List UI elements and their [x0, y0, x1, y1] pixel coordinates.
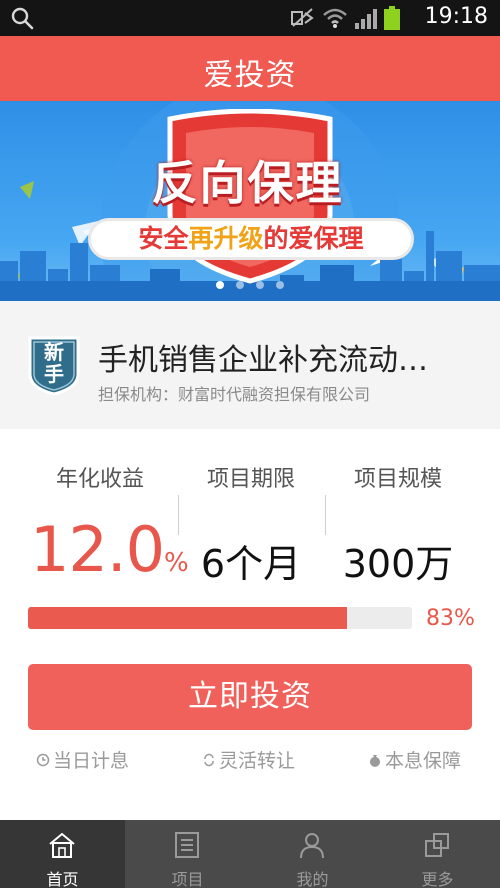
signal-icon: [355, 9, 377, 29]
slogan-text-2: 的爱保理: [263, 224, 364, 253]
promo-banner[interactable]: 反向保理 安全再升级的爱保理: [0, 101, 500, 301]
slogan-text-1: 安全: [138, 224, 189, 253]
carousel-dot[interactable]: [256, 281, 264, 289]
yield-number: 12.0: [30, 513, 165, 586]
guarantor-text: 担保机构：财富时代融资担保有限公司: [98, 385, 371, 404]
carousel-dot[interactable]: [276, 281, 284, 289]
clock-icon: [36, 753, 50, 766]
scale-label: 项目规模: [353, 467, 442, 492]
wifi-icon: [323, 8, 347, 28]
tab-label: 项目: [171, 870, 204, 888]
more-icon: [425, 833, 449, 857]
app-header: 爱投资: [0, 36, 500, 101]
tab-label: 更多: [421, 870, 454, 888]
tab-projects[interactable]: 项目: [125, 820, 250, 888]
yield-value: 12.0%: [30, 513, 189, 586]
product-card[interactable]: 新手 手机销售企业补充流动… 担保机构：财富时代融资担保有限公司: [0, 301, 500, 429]
carousel-dots: [0, 281, 500, 289]
money-bag-icon: [370, 754, 380, 767]
feature-list: 当日计息 灵活转让 本息保障: [0, 746, 500, 776]
stat-term: 项目期限 6个月: [171, 429, 331, 588]
tab-label: 首页: [46, 870, 79, 888]
search-icon[interactable]: [10, 6, 34, 30]
funding-progress-bar: [28, 607, 412, 629]
badge-text: 新手: [44, 340, 64, 386]
list-icon: [175, 832, 199, 858]
feature-label: 灵活转让: [219, 750, 296, 772]
app-screen: 19:18 爱投资 反向保理 安全再升级的爱保理 新手 手机销售企业补充流动… …: [0, 0, 500, 888]
yield-label: 年化收益: [55, 467, 144, 492]
tab-mine[interactable]: 我的: [250, 820, 375, 888]
progress-percent: 83%: [426, 606, 475, 631]
term-label: 项目期限: [206, 467, 295, 492]
feature-label: 本息保障: [385, 750, 462, 772]
home-icon: [49, 832, 75, 858]
status-bar: 19:18: [0, 0, 500, 36]
banner-slogan: 安全再升级的爱保理: [88, 218, 414, 260]
page-title: 爱投资: [203, 58, 297, 93]
carousel-dot[interactable]: [236, 281, 244, 289]
battery-icon: [384, 6, 400, 30]
stat-yield: 年化收益: [20, 429, 180, 493]
carousel-dot[interactable]: [216, 281, 224, 289]
progress-fill: [28, 607, 347, 629]
tab-label: 我的: [296, 870, 329, 888]
feature-flexible-transfer: 灵活转让: [202, 746, 295, 773]
user-icon: [300, 833, 324, 859]
tab-more[interactable]: 更多: [375, 820, 500, 888]
slogan-highlight: 再升级: [188, 224, 264, 253]
mute-icon: [291, 8, 314, 27]
tab-home[interactable]: 首页: [0, 820, 125, 888]
feature-principal-guarantee: 本息保障: [368, 746, 461, 773]
feature-daily-interest: 当日计息: [36, 746, 129, 773]
system-icons: [290, 6, 400, 30]
transfer-icon: [204, 753, 214, 766]
stat-scale: 项目规模 300万: [318, 429, 478, 588]
term-value: 6个月: [200, 542, 302, 586]
product-name[interactable]: 手机销售企业补充流动…: [98, 335, 478, 379]
banner-headline: 反向保理: [151, 156, 344, 210]
badge-label: 新手: [26, 341, 82, 385]
invest-now-button[interactable]: 立即投资: [28, 664, 472, 730]
clock: 19:18: [424, 4, 488, 29]
feature-label: 当日计息: [53, 750, 130, 772]
scale-value: 300万: [342, 542, 454, 586]
bottom-tab-bar: 首页 项目 我的 更多: [0, 820, 500, 888]
product-stats: 年化收益 12.0% 项目期限 6个月 项目规模 300万: [0, 429, 500, 589]
